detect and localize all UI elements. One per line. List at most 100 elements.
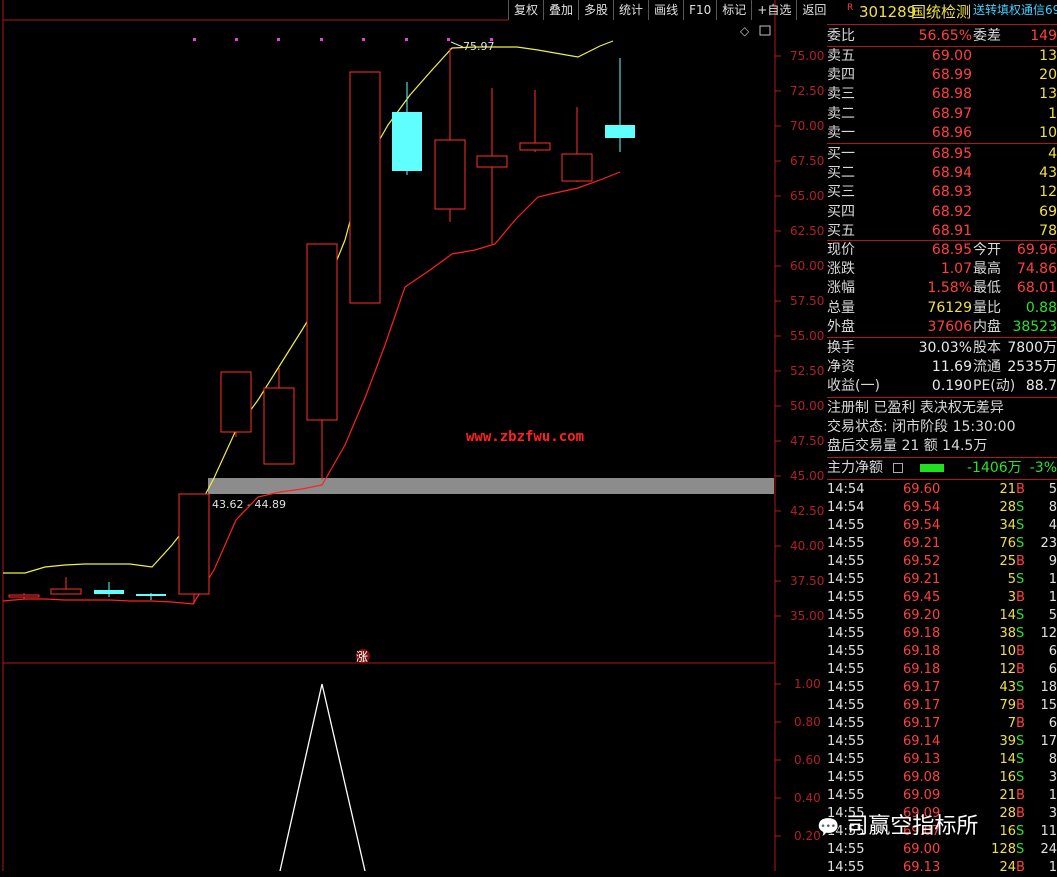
main-flow-row[interactable]: 主力净额 -1406万 -3% xyxy=(827,459,1057,478)
tick-row: 14:54 69.54 28 S 8 xyxy=(827,500,1057,515)
quote-panel: R 301289 国统检测 送转填权通信69 委比 56.65% 委差 149 … xyxy=(827,0,1057,875)
candle-body xyxy=(519,142,551,151)
candle-body xyxy=(434,139,466,210)
candle-body xyxy=(605,125,635,138)
weibi-row: 委比 56.65% 委差 149 xyxy=(827,28,1057,44)
price-tick-label: 35.00 xyxy=(790,609,824,623)
price-tick-label: 45.00 xyxy=(790,469,824,483)
indicator-tick-label: 1.00 xyxy=(794,677,821,691)
price-tick-label: 67.50 xyxy=(790,154,824,168)
info-line-1: 注册制 已盈利 表决权无差异 xyxy=(827,400,1004,416)
tick-row: 14:55 69.17 43 S 18 xyxy=(827,680,1057,695)
tick-row: 14:55 69.18 12 B 6 xyxy=(827,662,1057,677)
tick-row: 14:55 69.54 34 S 4 xyxy=(827,518,1057,533)
tick-row: 14:55 69.00 128 S 24 xyxy=(827,842,1057,857)
toolbar-overlay-button[interactable]: 叠加 xyxy=(543,0,578,20)
candle-body xyxy=(220,371,252,433)
tick-row: 14:55 69.52 25 B 9 xyxy=(827,554,1057,569)
bid-row[interactable]: 买二 68.94 43 xyxy=(827,164,1057,183)
toolbar-stats-button[interactable]: 统计 xyxy=(613,0,648,20)
indicator-tick-label: 0.40 xyxy=(794,791,821,805)
stat-row: 外盘 37606 内盘 38523 xyxy=(827,318,1057,335)
candle-body xyxy=(476,155,508,168)
price-tick-label: 57.50 xyxy=(790,294,824,308)
stock-code: 301289 xyxy=(859,3,917,21)
price-tick-label: 60.00 xyxy=(790,259,824,273)
candle-body xyxy=(8,594,40,598)
info-line-3: 盘后交易量 21 额 14.5万 xyxy=(827,438,988,454)
stat-row: 收益(一) 0.190 PE(动) 88.7 xyxy=(827,378,1057,395)
ask-row[interactable]: 卖一 68.96 10 xyxy=(827,124,1057,143)
tick-row: 14:54 69.60 21 B 5 xyxy=(827,482,1057,497)
stat-row: 总量 76129 量比 0.88 xyxy=(827,299,1057,316)
high-marker-label: 75.97 xyxy=(463,40,495,53)
tick-row: 14:55 69.13 14 S 8 xyxy=(827,752,1057,767)
menu-icon[interactable] xyxy=(893,463,903,473)
tick-row: 14:55 69.14 39 S 17 xyxy=(827,734,1057,749)
price-tick-label: 52.50 xyxy=(790,364,824,378)
bid-row[interactable]: 买五 68.91 78 xyxy=(827,222,1057,241)
candle-body xyxy=(178,493,210,595)
tick-row: 14:55 69.45 3 B 1 xyxy=(827,590,1057,605)
ask-row[interactable]: 卖二 68.97 1 xyxy=(827,105,1057,124)
toolbar-multi-stock-button[interactable]: 多股 xyxy=(578,0,613,20)
toolbar-mark-button[interactable]: 标记 xyxy=(716,0,751,20)
toolbar-add-watchlist-button[interactable]: +自选 xyxy=(751,0,796,20)
candle-body xyxy=(94,590,124,594)
rise-marker: 涨 xyxy=(356,649,368,664)
stat-row: 净资 11.69 流通 2535万 xyxy=(827,359,1057,376)
price-tick-label: 55.00 xyxy=(790,329,824,343)
ask-row[interactable]: 卖五 69.00 13 xyxy=(827,47,1057,66)
ask-row[interactable]: 卖三 68.98 13 xyxy=(827,85,1057,104)
toolbar-fuquan-button[interactable]: 复权 xyxy=(508,0,543,20)
stat-row: 涨跌 1.07 最高 74.86 xyxy=(827,261,1057,278)
price-tick-label: 47.50 xyxy=(790,434,824,448)
kline-chart[interactable]: 75.00 72.50 70.00 67.50 65.00 62.50 60.00 57.50… xyxy=(0,0,827,871)
price-tick-label: 70.00 xyxy=(790,119,824,133)
candle-body xyxy=(263,387,295,465)
tick-row: 14:55 69.21 76 S 23 xyxy=(827,536,1057,551)
price-tick-label: 75.00 xyxy=(790,49,824,63)
bid-row[interactable]: 买一 68.95 4 xyxy=(827,145,1057,164)
tick-row: 14:55 69.17 79 B 15 xyxy=(827,698,1057,713)
stat-row: 现价 68.95 今开 69.96 xyxy=(827,242,1057,258)
price-tick-label: 65.00 xyxy=(790,189,824,203)
toolbar-f10-button[interactable]: F10 xyxy=(683,0,716,20)
tick-row: 14:55 69.18 10 B 6 xyxy=(827,644,1057,659)
tick-row: 14:55 69.18 38 S 12 xyxy=(827,626,1057,641)
stock-name: 国统检测 xyxy=(911,3,972,21)
tick-row: 14:55 69.21 5 S 1 xyxy=(827,572,1057,587)
price-tick-label: 62.50 xyxy=(790,224,824,238)
price-tick-label: 72.50 xyxy=(790,84,824,98)
wechat-watermark: 💬 司赢空指标所 xyxy=(817,814,979,839)
toolbar-draw-button[interactable]: 画线 xyxy=(648,0,683,20)
tick-row: 14:55 69.09 21 B 1 xyxy=(827,788,1057,803)
candle-body xyxy=(50,588,82,595)
stock-header: R 301289 国统检测 送转填权通信69 xyxy=(827,2,1057,22)
candle-body xyxy=(349,71,381,304)
price-zone-band xyxy=(208,478,774,494)
chart-toolbar: 复权 叠加 多股 统计 画线 F10 标记 +自选 返回 xyxy=(508,0,831,20)
stat-row: 换手 30.03% 股本 7800万 xyxy=(827,340,1057,356)
watermark-url: www.zbzfwu.com xyxy=(466,429,584,445)
bid-row[interactable]: 买四 68.92 69 xyxy=(827,203,1057,222)
tick-row: 14:55 69.13 24 B 1 xyxy=(827,860,1057,875)
tick-row: 14:55 69.17 7 B 6 xyxy=(827,716,1057,731)
bid-row[interactable]: 买三 68.93 12 xyxy=(827,183,1057,202)
r-badge: R xyxy=(847,3,854,13)
price-tick-label: 37.50 xyxy=(790,574,824,588)
tick-row: 14:55 69.20 14 S 5 xyxy=(827,608,1057,623)
candle-body xyxy=(136,594,166,596)
wechat-icon: 💬 xyxy=(817,817,840,838)
price-tick-label: 40.00 xyxy=(790,539,824,553)
indicator-tick-label: 0.80 xyxy=(794,715,821,729)
tick-row: 14:55 69.08 16 S 3 xyxy=(827,770,1057,785)
ask-row[interactable]: 卖四 68.99 20 xyxy=(827,66,1057,85)
stock-tags[interactable]: 送转填权通信69 xyxy=(973,0,1057,20)
candle-body xyxy=(306,243,338,421)
diamond-icon[interactable]: ◇ xyxy=(740,24,750,38)
price-zone-label: 43.62 - 44.89 xyxy=(212,498,286,511)
indicator-tick-label: 0.60 xyxy=(794,753,821,767)
candle-body xyxy=(561,153,593,182)
price-tick-label: 50.00 xyxy=(790,399,824,413)
